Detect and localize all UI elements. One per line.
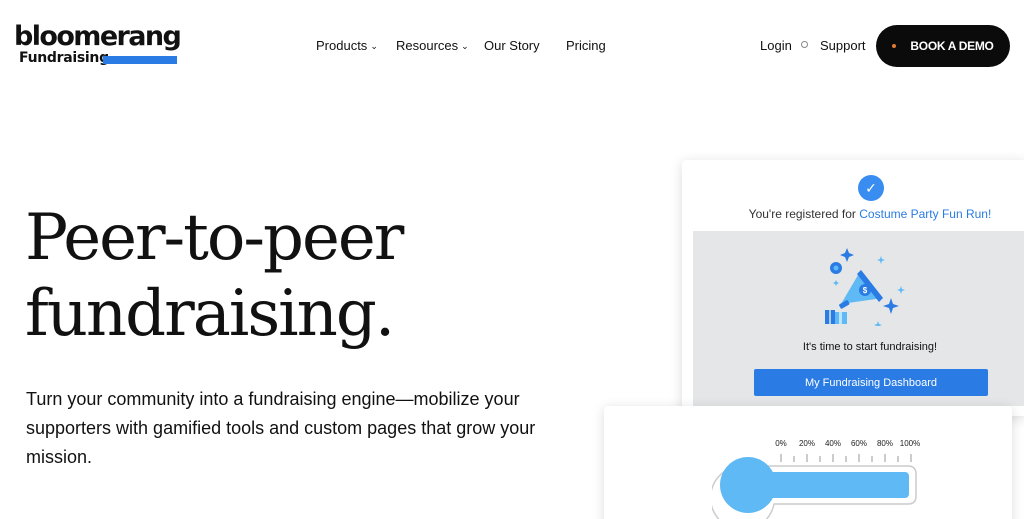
nav-item-resources[interactable]: Resources ⌄: [396, 36, 469, 56]
logo-wordmark: bloomerang: [14, 21, 182, 52]
logo-accent-bar: [103, 56, 177, 64]
chevron-down-icon: ⌄: [461, 41, 469, 51]
nav-item-label: Our Story: [484, 38, 540, 53]
nav-item-our-story[interactable]: Our Story: [484, 36, 540, 56]
megaphone-icon: $: [825, 248, 905, 326]
chevron-down-icon: ⌄: [370, 41, 378, 51]
dot-icon: [892, 44, 897, 48]
logo-subtitle: Fundraising: [19, 50, 109, 66]
nav-item-label: Pricing: [566, 38, 606, 53]
thermometer-graphic: [712, 454, 917, 519]
registration-card: ✓ You're registered for Costume Party Fu…: [682, 160, 1024, 416]
time-to-fundraise-text: It's time to start fundraising!: [802, 341, 938, 353]
fundraising-panel: $ It's time to start fundraising! My Fun…: [693, 231, 1024, 406]
hero-title: Peer-to-peer fundraising.: [25, 200, 404, 352]
registration-text: You're registered for Costume Party Fun …: [682, 207, 1024, 221]
progress-thermometer-card: 0% 20% 40% 60% 80% 100%: [604, 406, 1012, 519]
registered-prefix: You're registered for: [748, 207, 856, 221]
hero-title-line2: fundraising.: [25, 277, 395, 351]
bloomerang-logo[interactable]: bloomerang Fundraising: [14, 20, 182, 68]
book-demo-button[interactable]: BOOK A DEMO: [876, 25, 1010, 67]
book-demo-label: BOOK A DEMO: [910, 39, 994, 53]
nav-item-label: Resources: [396, 38, 459, 53]
fundraising-dashboard-button[interactable]: My Fundraising Dashboard: [754, 369, 988, 396]
nav-item-pricing[interactable]: Pricing: [566, 36, 606, 56]
hero-title-line1: Peer-to-peer: [25, 201, 404, 275]
support-link[interactable]: Support: [820, 36, 866, 56]
nav-item-label: Products: [316, 38, 368, 53]
hero-description: Turn your community into a fundraising e…: [26, 389, 536, 467]
nav-item-products[interactable]: Products ⌄: [316, 36, 378, 56]
event-name-link[interactable]: Costume Party Fun Run!: [859, 207, 991, 221]
check-circle-icon: ✓: [858, 175, 884, 201]
separator-dot: [801, 41, 808, 48]
login-link[interactable]: Login: [760, 36, 792, 56]
site-header: bloomerang Fundraising Products ⌄ Resourc…: [0, 0, 1024, 90]
svg-text:$: $: [863, 286, 868, 295]
